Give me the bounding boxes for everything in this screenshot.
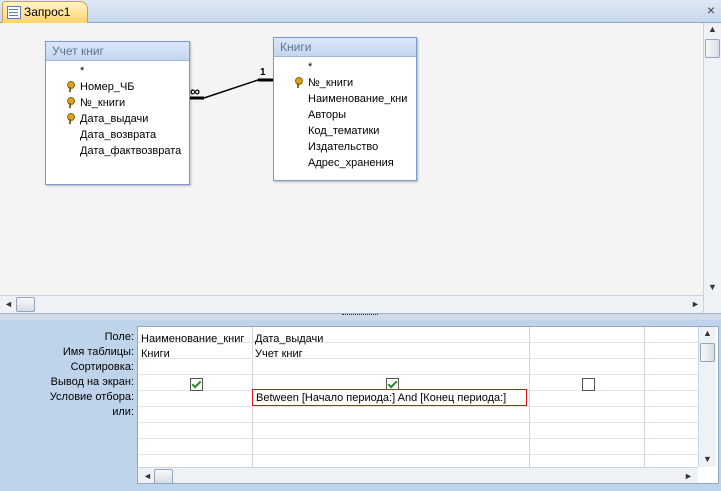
field-item[interactable]: Авторы <box>308 107 346 123</box>
tab-query1[interactable]: Запрос1 <box>2 1 88 23</box>
field-item[interactable]: Дата_фактвозврата <box>80 143 181 159</box>
key-icon <box>66 113 75 124</box>
field-item[interactable]: * <box>80 63 84 79</box>
scroll-right-icon[interactable]: ► <box>691 296 700 313</box>
grid-cell-table[interactable]: Книги <box>141 347 251 362</box>
scroll-thumb[interactable] <box>705 39 720 58</box>
one-symbol: 1 <box>260 67 266 78</box>
field-item[interactable]: Наименование_кни <box>308 91 407 107</box>
scroll-left-icon[interactable]: ◄ <box>4 296 13 313</box>
field-item[interactable]: Адрес_хранения <box>308 155 394 171</box>
design-grid-pane: Поле: Имя таблицы: Сортировка: Вывод на … <box>0 320 721 491</box>
row-label-or: или: <box>112 406 134 418</box>
scroll-right-icon[interactable]: ► <box>684 468 693 483</box>
field-item[interactable]: Дата_возврата <box>80 127 156 143</box>
scroll-down-icon[interactable]: ▼ <box>703 451 712 468</box>
query-icon <box>7 6 21 19</box>
show-checkbox[interactable] <box>582 378 595 391</box>
table-pane: ∞ 1 Учет книг * Номер_ЧБ №_книги Дата_вы… <box>0 23 721 313</box>
grid-cell-field[interactable]: Дата_выдачи <box>255 332 525 347</box>
grid-cell-field[interactable]: Наименование_книг <box>141 332 251 347</box>
document-tab-bar: Запрос1 × <box>0 0 721 23</box>
close-icon[interactable]: × <box>707 2 715 18</box>
row-label-show: Вывод на экран: <box>50 376 134 388</box>
criteria-input[interactable]: Between [Начало периода:] And [Конец пер… <box>252 389 527 406</box>
key-icon <box>66 97 75 108</box>
field-list-knigi[interactable]: Книги * №_книги Наименование_кни Авторы … <box>273 37 417 181</box>
grid-horizontal-scrollbar[interactable]: ◄ ► <box>138 467 698 483</box>
many-symbol: ∞ <box>190 83 200 99</box>
upper-vertical-scrollbar[interactable]: ▲ ▼ <box>703 23 721 313</box>
tab-label: Запрос1 <box>24 5 71 19</box>
scroll-thumb[interactable] <box>700 343 715 362</box>
row-label-field: Поле: <box>104 331 134 343</box>
scroll-up-icon[interactable]: ▲ <box>708 21 717 38</box>
field-item[interactable]: Издательство <box>308 139 378 155</box>
row-label-sort: Сортировка: <box>70 361 134 373</box>
splitter-grip[interactable] <box>342 314 378 318</box>
field-item[interactable]: * <box>308 59 312 75</box>
grid-row-labels: Поле: Имя таблицы: Сортировка: Вывод на … <box>0 330 134 420</box>
key-icon <box>66 81 75 92</box>
field-item[interactable]: №_книги <box>46 95 186 111</box>
row-label-table: Имя таблицы: <box>62 346 134 358</box>
scroll-thumb[interactable] <box>154 469 173 483</box>
field-list-uchet-knig[interactable]: Учет книг * Номер_ЧБ №_книги Дата_выдачи… <box>45 41 190 185</box>
field-list-title[interactable]: Учет книг <box>46 42 189 61</box>
show-checkbox[interactable] <box>190 378 203 391</box>
scroll-thumb[interactable] <box>16 297 35 312</box>
scroll-up-icon[interactable]: ▲ <box>703 327 712 342</box>
design-grid[interactable]: Наименование_книг Дата_выдачи Книги Учет… <box>137 326 719 484</box>
row-label-criteria: Условие отбора: <box>49 391 134 403</box>
field-item[interactable]: Код_тематики <box>308 123 379 139</box>
field-list-title[interactable]: Книги <box>274 38 416 57</box>
upper-horizontal-scrollbar[interactable]: ◄ ► <box>0 295 703 313</box>
key-icon <box>294 77 303 88</box>
field-item[interactable]: №_книги <box>274 75 414 91</box>
grid-cell-table[interactable]: Учет книг <box>255 347 525 362</box>
scroll-left-icon[interactable]: ◄ <box>143 468 152 483</box>
grid-vertical-scrollbar[interactable]: ▲ ▼ <box>698 327 716 467</box>
field-item[interactable]: Номер_ЧБ <box>46 79 186 95</box>
scroll-down-icon[interactable]: ▼ <box>708 279 717 296</box>
field-item[interactable]: Дата_выдачи <box>46 111 186 127</box>
